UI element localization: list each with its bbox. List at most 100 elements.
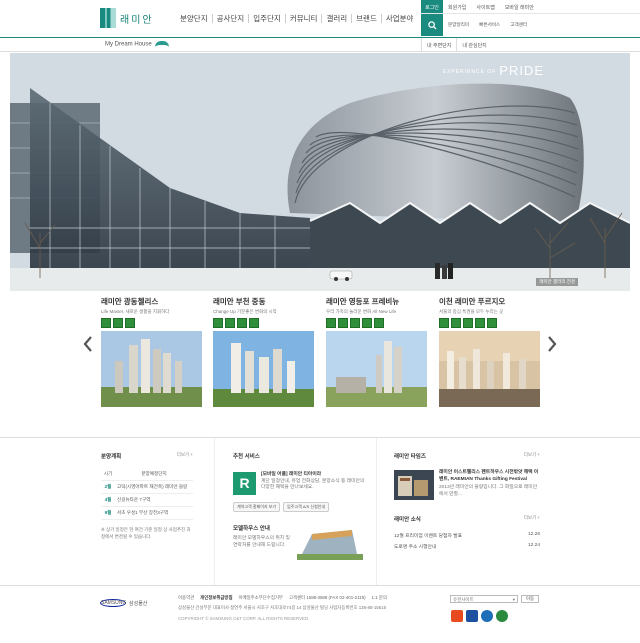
app-promo[interactable]: R [모바일 어플] 래미안 티아이라 계단 일정안내, 유업 전화상담, 분양… — [233, 472, 370, 495]
footer-link[interactable]: 이용약관 — [178, 595, 194, 601]
family-site-go-button[interactable]: 이동 — [521, 595, 539, 603]
footer-links: 이용약관 개인정보취급방침 이메일주소무단수집거부 고객센터 1588-3588… — [178, 595, 387, 601]
tab-nearby-complex[interactable]: 내 주변단지 — [421, 38, 456, 52]
map-icon[interactable] — [338, 318, 348, 328]
hero-caption: 래미안 갤러리 전경 — [536, 278, 578, 286]
search-icon — [427, 20, 437, 30]
model-house-promo[interactable]: 모델하우스 안내 래미안 모델하우스의 위치 및 연락처를 안내해 드립니다. — [233, 524, 370, 560]
project-title: 이천 래미안 푸르지오 — [439, 297, 506, 306]
cart-icon[interactable] — [374, 318, 384, 328]
cart-icon[interactable] — [487, 318, 497, 328]
times-more-link[interactable]: 더보기 + — [524, 452, 540, 460]
row-text: 신길뉴타운 7구역 — [115, 493, 193, 507]
house-icon[interactable] — [237, 318, 247, 328]
quick-service-link[interactable]: 빠른서비스 — [474, 22, 505, 28]
info-icon[interactable] — [439, 318, 449, 328]
nav-item-business[interactable]: 사업분야 — [382, 14, 418, 23]
news-list: 12월 프리미엄 이벤트 당첨자 발표 12.26 도로명 주소 시행안내 12.2… — [394, 530, 540, 552]
nav-item-brand[interactable]: 브랜드 — [352, 14, 382, 23]
customer-center-link[interactable]: 고객센터 — [505, 22, 532, 28]
my-dream-house[interactable]: My Dream House — [105, 41, 169, 48]
row-text: 서초 우성1 부산 장전3구역 — [115, 506, 193, 520]
house-icon[interactable] — [350, 318, 360, 328]
list-item[interactable]: 도로명 주소 시행안내 12.24 — [394, 541, 540, 552]
footer-link: 고객센터 1588-3588 (FAX 02-401-2119) — [288, 595, 366, 600]
sub-bar: My Dream House 내 주변단지 내 관심단지 — [0, 37, 640, 52]
info-icon[interactable] — [213, 318, 223, 328]
camera-icon[interactable] — [362, 318, 372, 328]
move-in-as-button[interactable]: 입주고객 A/S 신청안내 — [283, 502, 330, 512]
raemian-logo[interactable]: 래미안 — [100, 8, 154, 28]
map-icon[interactable] — [225, 318, 235, 328]
sales-plan-more-link[interactable]: 더보기 + — [177, 452, 193, 460]
sitemap-link[interactable]: 사이트맵 — [471, 0, 499, 13]
nav-item-construction[interactable]: 공사단지 — [213, 14, 250, 23]
brand-name: 래미안 — [120, 14, 154, 26]
footer-link[interactable]: 1:1 문의 — [372, 595, 387, 601]
row-month: 9월 — [101, 506, 115, 520]
sales-plan-note: ※ 상기 일정은 현 여건 기준 일정 상 사업추진 과정에서 변경될 수 있습… — [101, 527, 191, 539]
info-icon[interactable] — [326, 318, 336, 328]
times-title: 래미안 타임즈 — [394, 454, 426, 460]
tab-interest-complex[interactable]: 내 관심단지 — [456, 38, 491, 52]
sales-alert-link[interactable]: 분양알리미 — [443, 22, 474, 28]
search-button[interactable] — [421, 14, 443, 36]
app-description: 계단 일정안내, 유업 전화상담, 분양소식 등 래미안의 다양한 혜택을 만나… — [261, 478, 365, 491]
nav-item-gallery[interactable]: 갤러리 — [322, 14, 353, 23]
project-subtitle: 서울의 중심 특권을 모두 누리는 곳 — [439, 309, 504, 314]
news-item-text: 도로명 주소 시행안내 — [394, 545, 437, 550]
project-icons — [439, 318, 540, 328]
footer-link[interactable]: 개인정보취급방침 — [200, 595, 232, 601]
ncsi-badge-icon — [466, 610, 478, 622]
model-house-image — [297, 524, 363, 560]
row-month: 4월 — [101, 493, 115, 507]
project-image — [213, 331, 314, 407]
family-site-label: 유관사이트 — [453, 597, 474, 602]
project-carousel: 래미안 광동첼리스 Life Master, 새로운 생활을 지휘하다 래미안 … — [0, 296, 640, 436]
login-link[interactable]: 로그인 — [421, 0, 443, 13]
news-item-date: 12.24 — [527, 543, 540, 548]
project-title: 래미안 영등포 프레비뉴 — [326, 297, 400, 306]
project-card[interactable]: 래미안 광동첼리스 Life Master, 새로운 생활을 지휘하다 — [101, 296, 202, 407]
camera-icon[interactable] — [475, 318, 485, 328]
gallery-building-image — [10, 53, 630, 291]
project-title: 래미안 부천 중동 — [213, 297, 266, 306]
times-article[interactable]: 래미안 이스트팰리스 펜트하우스 시전밖앗 해택 이벤트, RAEMIAN Th… — [394, 470, 540, 500]
times-headline: 래미안 이스트팰리스 펜트하우스 시전밖앗 해택 이벤트, RAEMIAN Th… — [439, 470, 539, 482]
project-card[interactable]: 이천 래미안 푸르지오 서울의 중심 특권을 모두 누리는 곳 — [439, 296, 540, 407]
info-icon[interactable] — [101, 318, 111, 328]
award-badge-icon — [451, 610, 463, 622]
nav-item-move-in[interactable]: 입주단지 — [249, 14, 286, 23]
signup-link[interactable]: 회원가입 — [443, 0, 471, 13]
map-icon[interactable] — [451, 318, 461, 328]
project-icons — [213, 318, 314, 328]
news-title: 래미안 소식 — [394, 517, 421, 523]
footer-copyright: COPYRIGHT © SAMSUNG C&T CORP. ALL RIGHTS… — [178, 616, 310, 621]
nav-item-sales[interactable]: 분양단지 — [176, 14, 213, 23]
project-card[interactable]: 래미안 부천 중동 Change Up 기분좋은 변화의 시작 — [213, 296, 314, 407]
list-item[interactable]: 12월 프리미엄 이벤트 당첨자 발표 12.26 — [394, 530, 540, 541]
main-navigation: 분양단지 공사단지 입주단지 커뮤니티 갤러리 브랜드 사업분야 — [176, 14, 417, 23]
cart-icon[interactable] — [125, 318, 135, 328]
family-site-select[interactable]: 유관사이트 ▾ — [450, 595, 518, 603]
company-logo[interactable]: SAMSUNG 삼성물산 — [100, 599, 147, 607]
house-icon[interactable] — [463, 318, 473, 328]
map-icon[interactable] — [113, 318, 123, 328]
contract-customer-button[interactable]: 계약고객 홈페이지 보기 — [233, 502, 281, 512]
footer-link[interactable]: 이메일주소무단수집거부 — [239, 595, 283, 601]
mobile-link[interactable]: 모바일 래미안 — [500, 0, 539, 13]
project-subtitle: Life Master, 새로운 생활을 지휘하다 — [101, 309, 170, 314]
sales-plan-table: 시기 분양예정단지 2월 고덕(시영아파트 재건축) 래미안 블랑 4월 신길뉴타운 … — [101, 468, 193, 520]
hero-banner[interactable]: EXPERIENCE OF PRIDE 래미안 갤러리 전경 — [10, 53, 630, 291]
news-more-link[interactable]: 더보기 + — [524, 515, 540, 523]
chevron-down-icon: ▾ — [512, 597, 515, 602]
project-icons — [101, 318, 202, 328]
table-row: 2월 고덕(시영아파트 재건축) 래미안 블랑 — [101, 480, 193, 494]
project-card[interactable]: 래미안 영등포 프레비뉴 우리 가족의 놀라운 변화 All New Life — [326, 296, 427, 407]
nav-item-community[interactable]: 커뮤니티 — [286, 14, 323, 23]
company-name: 삼성물산 — [129, 600, 148, 607]
header-complex: 분양예정단지 — [115, 468, 193, 481]
cart-icon[interactable] — [249, 318, 259, 328]
app-r-icon: R — [233, 472, 256, 495]
footer: SAMSUNG 삼성물산 이용약관 개인정보취급방침 이메일주소무단수집거부 고… — [0, 585, 640, 643]
